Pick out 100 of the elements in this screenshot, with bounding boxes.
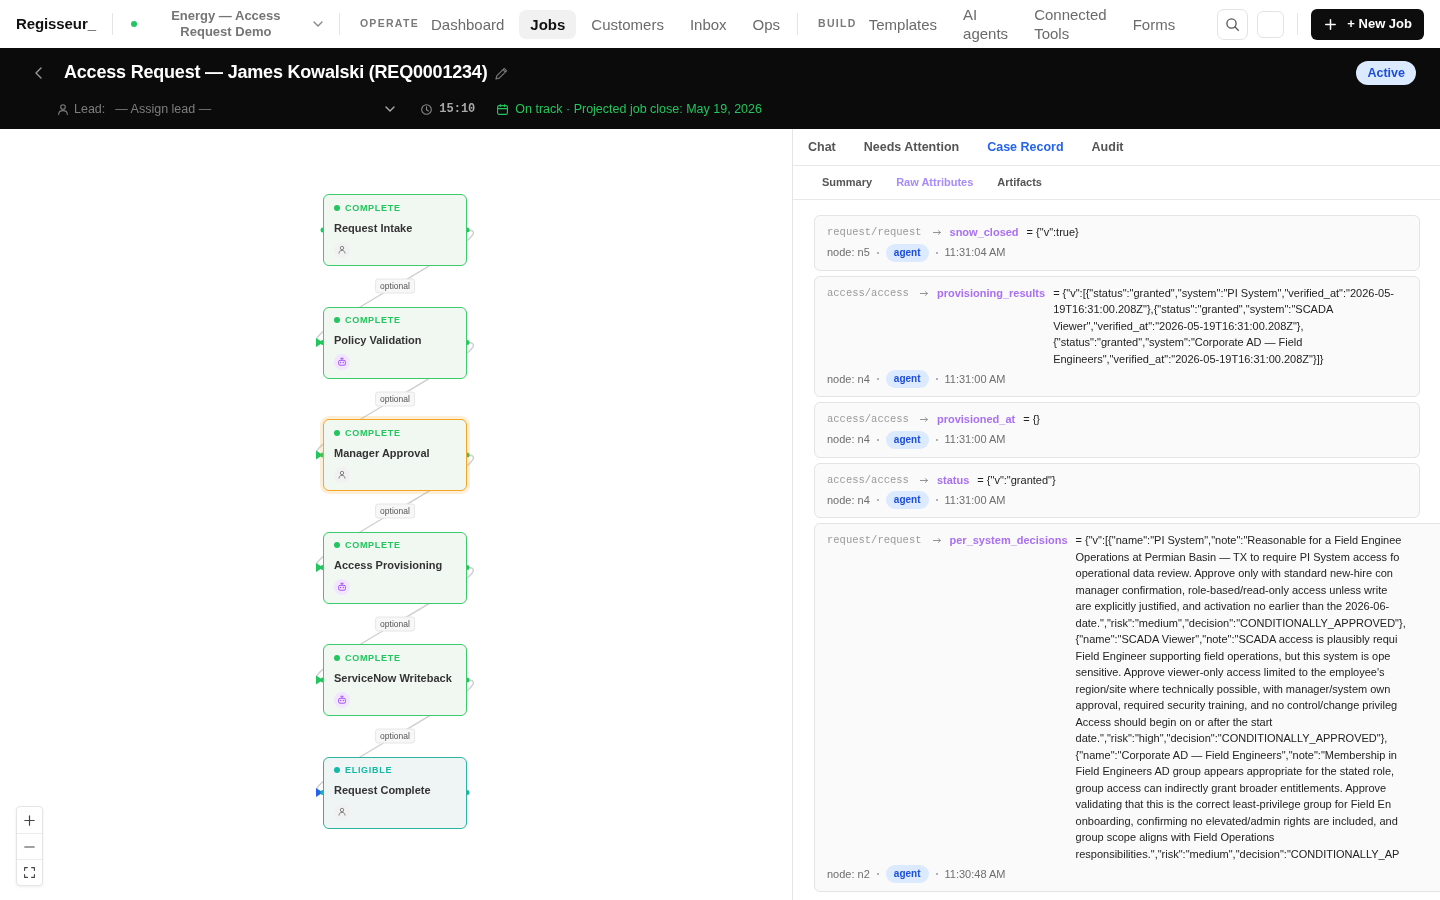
clock-icon [421, 103, 433, 115]
chevron-down-icon [385, 106, 396, 112]
flow-node[interactable]: ELIGIBLE Request Complete [323, 756, 467, 829]
timestamp: 11:31:00 AM [944, 492, 1006, 508]
node-status: COMPLETE [345, 651, 401, 664]
status-dot-icon [334, 204, 340, 211]
node-title: Access Provisioning [334, 558, 444, 572]
lead-label: Lead: [74, 100, 106, 118]
attribute-value: = {} [1023, 412, 1041, 427]
timestamp: 11:31:00 AM [944, 371, 1006, 387]
pencil-icon[interactable] [495, 66, 509, 80]
plus-icon [1325, 18, 1337, 30]
arrow-right-icon [919, 477, 928, 483]
node-title: Request Intake [334, 220, 414, 235]
person-icon [58, 103, 68, 115]
chevron-left-icon [34, 67, 42, 79]
timestamp: 11:31:04 AM [944, 245, 1006, 261]
node-title: Manager Approval [334, 445, 431, 460]
status-dot-icon [334, 429, 340, 436]
node-status: COMPLETE [345, 314, 401, 326]
flow-node[interactable]: COMPLETE ServiceNow Writeback [323, 644, 467, 716]
edge-label: optional [375, 728, 415, 744]
timestamp: 11:30:48 AM [944, 866, 1006, 882]
edge-label: optional [375, 503, 415, 519]
panel-tab[interactable]: Needs Attention [857, 129, 966, 165]
section-label: BUILD [818, 16, 857, 32]
node-title: ServiceNow Writeback [334, 670, 453, 685]
attribute-source: access/access [827, 412, 909, 427]
node-ref: node: n2 [827, 866, 870, 882]
flow-node[interactable]: COMPLETE Policy Validation [323, 306, 467, 379]
arrow-right-icon [932, 230, 941, 235]
actor-badge: agent [885, 865, 929, 883]
subtab[interactable]: Summary [816, 166, 879, 199]
attribute-value: = {"v":"granted"} [977, 472, 1057, 488]
section-label: OPERATE [359, 16, 419, 32]
attribute-source: access/access [827, 472, 909, 488]
arrow-right-icon [932, 538, 941, 543]
status-dot-icon [334, 542, 340, 548]
timestamp: 11:31:00 AM [944, 432, 1006, 448]
workspace-selector[interactable]: Energy — Access Request Demo [146, 8, 323, 40]
attribute-key: per_system_decisions [949, 532, 1068, 549]
nav-link[interactable]: AI agents [952, 0, 1020, 48]
node-title: Request Complete [334, 783, 432, 797]
lead-select[interactable]: — Assign lead — [115, 99, 398, 119]
status-dot-icon [334, 767, 340, 773]
node-ref: node: n5 [827, 245, 870, 261]
empty-square-button[interactable] [1257, 10, 1285, 38]
panel-tab[interactable]: Chat [802, 129, 842, 165]
search-button[interactable] [1217, 8, 1249, 40]
status-badge: Active [1356, 60, 1416, 86]
edge-label: optional [375, 278, 415, 294]
chevron-down-icon [312, 21, 323, 27]
status-dot-icon [334, 317, 340, 323]
node-status: COMPLETE [345, 539, 401, 551]
new-job-button[interactable]: + New Job [1311, 8, 1424, 40]
nav-link[interactable]: Dashboard [419, 9, 516, 39]
node-ref: node: n4 [827, 432, 870, 448]
arrow-right-icon [919, 417, 928, 422]
actor-badge: agent [885, 370, 929, 388]
nav-link[interactable]: Customers [580, 9, 675, 39]
edge-label: optional [375, 616, 415, 632]
timer-text: 15:10 [439, 101, 476, 118]
attribute-value: = {"v":[{"status":"granted","system":"PI System","verified_at":"2026-05-19T16:31:00.208Z"},{"status":"granted","system":"SCADA Viewer","verified_at":"2026-05-19T16:31:00.208Z"},{"status":"granted","system":"Corporate AD — Field Engineers","verified_at":"2026-05-19T16:31:00.208Z"}]} [1053, 285, 1395, 367]
minus-icon [24, 845, 35, 848]
calendar-icon [497, 103, 509, 115]
nav-link[interactable]: Jobs [519, 9, 577, 39]
nav-link[interactable]: Connected Tools [1023, 0, 1118, 48]
nav-link[interactable]: Inbox [678, 9, 738, 39]
arrow-right-icon [919, 290, 928, 296]
attribute-key: snow_closed [949, 224, 1019, 241]
flow-node[interactable]: COMPLETE Request Intake [323, 194, 467, 266]
attribute-value: = {"v":[{"name":"PI System","note":"Reasonable for a Field Enginee Operations at Permian Basin — TX to require PI System access fo operational data review. Approve only with standard new-hire con manager confirmation, role-based/read-only access unless write are explicitly justified, and activation no earlier than the 2026-06- date.","risk":"medium","decision":"CONDITIONALLY_APPROVED"}, {"name":"SCADA Viewer","note":"SCADA access is plausibly requi Field Engineer supporting field operations, but this system is ope sensitive. Approve viewer-only access limited to the employee's region/site where technically possible, with manager/system own approval, required security training, and no control/change privileg Access should begin on or after the start date.","risk":"high","decision":"CONDITIONALLY_APPROVED"}, {"name":"Corporate AD — Field Engineers","note":"Membership in Field Engineers AD group appears appropriate for the stated role, group access can indirectly grant broader entitlements. Approve validating that this is the correct least-privilege group for Field En onboarding, confirming no elevated/admin rights are included, and group scope aligns with Field Operations responsibilities.","risk":"medium","decision":"CONDITIONALLY_AP [1075, 533, 1406, 862]
actor-badge: agent [885, 491, 929, 509]
attribute-key: provisioned_at [936, 411, 1016, 428]
nav-link[interactable]: Forms [1121, 9, 1187, 39]
node-ref: node: n4 [827, 371, 870, 387]
attribute-source: request/request [827, 533, 922, 548]
flow-node[interactable]: COMPLETE Access Provisioning [323, 531, 467, 604]
nav-link[interactable]: Ops [741, 9, 792, 39]
fit-view-icon [24, 867, 35, 878]
attribute-key: status [936, 471, 970, 488]
subtab[interactable]: Artifacts [991, 166, 1048, 199]
actor-badge: agent [885, 430, 929, 449]
status-dot-icon [130, 21, 137, 27]
attribute-value: = {"v":true} [1026, 225, 1080, 240]
node-status: COMPLETE [345, 201, 401, 214]
search-icon [1226, 17, 1240, 31]
attribute-key: provisioning_results [936, 284, 1046, 301]
node-ref: node: n4 [827, 492, 870, 508]
panel-tab[interactable]: Case Record [981, 129, 1070, 165]
flow-node[interactable]: COMPLETE Manager Approval [323, 419, 467, 491]
edge-label: optional [375, 391, 415, 407]
attribute-source: request/request [827, 225, 922, 240]
status-dot-icon [334, 654, 340, 661]
nav-link[interactable]: Templates [857, 9, 949, 39]
node-title: Policy Validation [334, 333, 423, 347]
panel-tab[interactable]: Audit [1085, 129, 1130, 165]
actor-badge: agent [885, 243, 929, 262]
node-status: ELIGIBLE [345, 764, 393, 776]
schedule-status: On track · Projected job close: May 19, 2026 [515, 100, 762, 118]
